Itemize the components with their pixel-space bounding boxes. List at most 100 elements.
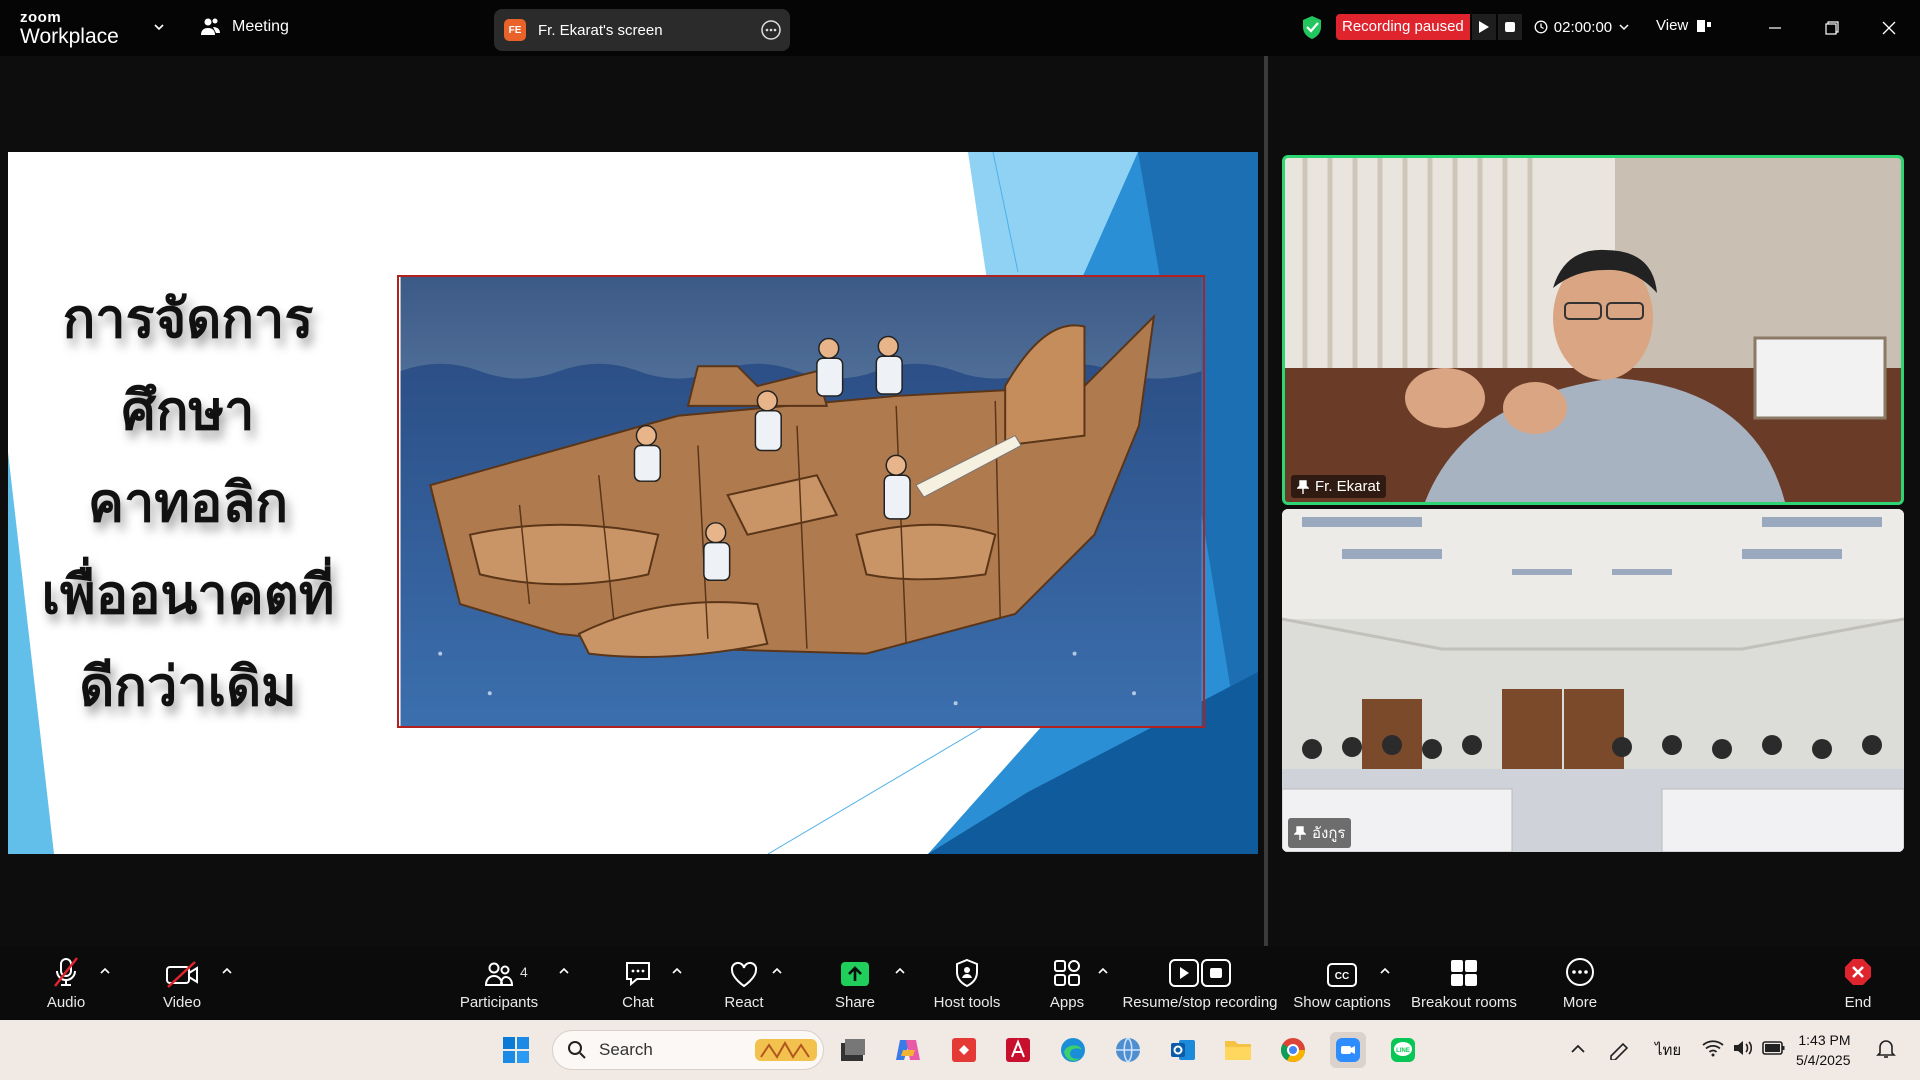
presenter-avatar: FE xyxy=(504,19,526,41)
globe-icon xyxy=(1116,1037,1140,1063)
start-button[interactable] xyxy=(498,1032,534,1068)
share-label: Fr. Ekarat's screen xyxy=(538,21,663,39)
svg-text:CC: CC xyxy=(1335,971,1349,982)
play-icon xyxy=(1478,21,1489,33)
edge-app[interactable] xyxy=(1055,1032,1091,1068)
chevron-up-icon[interactable] xyxy=(1378,964,1392,978)
end-meeting-icon xyxy=(1845,959,1871,985)
close-window-button[interactable] xyxy=(1875,14,1903,42)
chevron-up-icon[interactable] xyxy=(1096,964,1110,978)
clock-date: 5/4/2025 xyxy=(1796,1052,1851,1068)
acrobat-icon xyxy=(1006,1038,1030,1062)
chevron-up-icon[interactable] xyxy=(670,964,684,978)
resume-stop-recording-button[interactable]: Resume/stop recording xyxy=(1118,946,1282,1020)
view-layout-icon xyxy=(1697,19,1712,32)
search-icon xyxy=(568,1041,586,1059)
screen-share-indicator[interactable]: FE Fr. Ekarat's screen xyxy=(494,9,790,51)
share-button[interactable]: Share xyxy=(825,946,885,1020)
slide-title-line: เพื่ออนาคตที่ xyxy=(41,562,335,626)
audio-button[interactable]: Audio xyxy=(36,946,96,1020)
video-button[interactable]: Video xyxy=(152,946,212,1020)
volume-icon[interactable] xyxy=(1732,1039,1754,1057)
taskbar-clock[interactable]: 1:43 PM 5/4/2025 xyxy=(1796,1030,1851,1070)
browser-app[interactable] xyxy=(1110,1032,1146,1068)
chat-icon xyxy=(626,962,650,987)
outlook-icon xyxy=(1171,1040,1195,1060)
chat-button[interactable]: Chat xyxy=(608,946,668,1020)
host-tools-button[interactable]: Host tools xyxy=(926,946,1008,1020)
notification-bell-icon[interactable] xyxy=(1876,1038,1896,1060)
show-captions-button[interactable]: CC Show captions xyxy=(1290,946,1394,1020)
slide-title-line: ศึกษา xyxy=(121,378,255,442)
shield-check-icon[interactable] xyxy=(1300,14,1324,40)
task-view-app[interactable] xyxy=(835,1032,871,1068)
video-tile-active-speaker[interactable]: Fr. Ekarat xyxy=(1282,155,1904,505)
recording-status-badge: Recording paused xyxy=(1336,14,1470,40)
participant-name: อังกูร xyxy=(1312,825,1346,842)
logo-bottom: Workplace xyxy=(20,25,119,48)
participant-name-label: Fr. Ekarat xyxy=(1291,475,1387,498)
taskbar-search[interactable]: Search xyxy=(552,1030,824,1070)
breakout-rooms-button[interactable]: Breakout rooms xyxy=(1408,946,1520,1020)
battery-icon[interactable] xyxy=(1762,1040,1786,1056)
slide-title-line: การจัดการ xyxy=(62,286,314,350)
chevron-down-icon[interactable] xyxy=(152,20,166,34)
chevron-up-icon[interactable] xyxy=(557,964,571,978)
resume-stop-label: Resume/stop recording xyxy=(1122,994,1278,1011)
host-tools-label: Host tools xyxy=(933,994,1001,1011)
apps-label: Apps xyxy=(1049,994,1085,1011)
stop-recording-button[interactable] xyxy=(1497,14,1522,40)
recording-timer[interactable]: 02:00:00 xyxy=(1534,19,1630,36)
chevron-up-icon[interactable] xyxy=(770,964,784,978)
chrome-app[interactable] xyxy=(1275,1032,1311,1068)
acrobat-app[interactable] xyxy=(1000,1032,1036,1068)
chevron-up-icon[interactable] xyxy=(893,964,907,978)
video-tile-room[interactable]: อังกูร xyxy=(1282,509,1904,852)
meeting-menu[interactable]: Meeting xyxy=(200,17,289,37)
shield-icon xyxy=(956,958,978,988)
apps-button[interactable]: Apps xyxy=(1037,946,1097,1020)
chevron-down-icon xyxy=(1619,24,1629,31)
pen-input-icon[interactable] xyxy=(1608,1038,1632,1060)
participant-name-label: อังกูร xyxy=(1288,818,1352,848)
panel-divider[interactable] xyxy=(1264,56,1268,946)
clock-time: 1:43 PM xyxy=(1798,1032,1851,1048)
share-screen-icon xyxy=(841,962,869,986)
outlook-app[interactable] xyxy=(1165,1032,1201,1068)
chevron-up-icon[interactable] xyxy=(98,964,112,978)
restore-button[interactable] xyxy=(1818,14,1846,42)
pin-icon xyxy=(1294,826,1306,840)
react-label: React xyxy=(724,994,764,1011)
zoom-app[interactable] xyxy=(1330,1032,1366,1068)
anydesk-icon xyxy=(952,1038,976,1062)
participants-button[interactable]: Participants xyxy=(456,946,542,1020)
anydesk-app[interactable] xyxy=(946,1032,982,1068)
view-menu[interactable]: View xyxy=(1656,17,1712,34)
end-label: End xyxy=(1844,994,1872,1011)
minimize-button[interactable] xyxy=(1761,14,1789,42)
participant-video xyxy=(1282,509,1904,852)
audio-label: Audio xyxy=(46,994,86,1011)
timer-value: 02:00:00 xyxy=(1553,18,1613,36)
logo-top: zoom xyxy=(20,9,62,26)
file-explorer-app[interactable] xyxy=(1220,1032,1256,1068)
more-options-icon[interactable] xyxy=(760,19,782,41)
chevron-up-icon[interactable] xyxy=(220,964,234,978)
more-button[interactable]: More xyxy=(1550,946,1610,1020)
chevron-up-icon[interactable] xyxy=(1570,1042,1586,1056)
react-button[interactable]: React xyxy=(714,946,774,1020)
recording-controls: Recording paused 02:00:00 xyxy=(1300,14,1630,40)
end-meeting-button[interactable]: End xyxy=(1828,946,1888,1020)
resume-recording-button[interactable] xyxy=(1471,14,1496,40)
wifi-icon[interactable] xyxy=(1702,1039,1724,1057)
copilot-app[interactable] xyxy=(890,1032,926,1068)
copilot-icon xyxy=(896,1040,920,1060)
participants-count: 4 xyxy=(520,964,528,980)
close-icon xyxy=(1882,21,1896,35)
participants-icon xyxy=(484,962,514,986)
input-language[interactable]: ไทย xyxy=(1655,1038,1681,1062)
zoom-logo: zoom Workplace xyxy=(20,10,119,47)
line-app[interactable]: LINE xyxy=(1385,1032,1421,1068)
breakout-rooms-icon xyxy=(1451,960,1477,986)
top-bar: zoom Workplace Meeting FE Fr. Ekarat's s… xyxy=(0,0,1920,56)
